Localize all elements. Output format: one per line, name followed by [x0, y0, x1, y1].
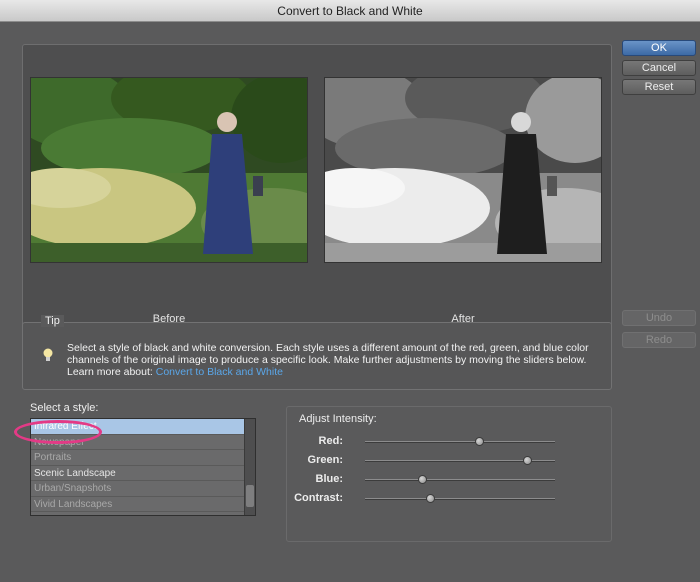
adjust-intensity-panel: Adjust Intensity: Red: Green: Blue: Cont… — [286, 406, 612, 542]
cancel-button[interactable]: Cancel — [622, 60, 696, 76]
tip-body: Select a style of black and white conver… — [67, 342, 589, 378]
convert-bw-dialog: Before After OK Cancel Reset Undo Redo T… — [0, 22, 700, 582]
undo-button[interactable]: Undo — [622, 310, 696, 326]
scroll-thumb[interactable] — [246, 485, 254, 507]
blue-slider-track[interactable] — [365, 475, 555, 484]
before-image — [30, 77, 308, 263]
tip-text: Select a style of black and white conver… — [67, 342, 597, 378]
after-image — [324, 77, 602, 263]
style-item-urban-snapshots[interactable]: Urban/Snapshots — [31, 481, 245, 497]
red-slider-label: Red: — [318, 435, 343, 447]
contrast-slider-track[interactable] — [365, 494, 555, 503]
window-title: Convert to Black and White — [0, 0, 700, 22]
style-item-vivid-landscapes[interactable]: Vivid Landscapes — [31, 497, 245, 512]
contrast-slider-row: Contrast: — [287, 492, 613, 506]
contrast-slider-label: Contrast: — [294, 492, 343, 504]
style-item-portraits[interactable]: Portraits — [31, 450, 245, 466]
tip-label: Tip — [41, 315, 64, 327]
blue-slider-label: Blue: — [315, 473, 344, 485]
preview-panel: Before After — [22, 44, 612, 329]
blue-slider-row: Blue: — [287, 473, 613, 487]
reset-button[interactable]: Reset — [622, 79, 696, 95]
green-slider-track[interactable] — [365, 456, 555, 465]
style-list-scrollbar[interactable] — [244, 419, 255, 515]
tip-help-link[interactable]: Convert to Black and White — [156, 366, 283, 378]
style-item-scenic-landscape[interactable]: Scenic Landscape — [31, 466, 245, 481]
green-slider-label: Green: — [307, 454, 343, 466]
lightbulb-icon — [43, 348, 53, 362]
green-slider-row: Green: — [287, 454, 613, 468]
redo-button[interactable]: Redo — [622, 332, 696, 348]
green-slider-thumb[interactable] — [522, 456, 532, 465]
ok-button[interactable]: OK — [622, 40, 696, 56]
blue-slider-thumb[interactable] — [418, 475, 427, 484]
contrast-slider-thumb[interactable] — [425, 494, 435, 503]
adjust-intensity-label: Adjust Intensity: — [299, 413, 377, 425]
red-slider-row: Red: — [287, 435, 613, 449]
red-slider-track[interactable] — [365, 437, 555, 446]
red-slider-thumb[interactable] — [475, 437, 484, 446]
select-style-label: Select a style: — [30, 402, 99, 414]
tip-panel: Tip Select a style of black and white co… — [22, 315, 612, 390]
highlight-annotation — [14, 420, 102, 444]
